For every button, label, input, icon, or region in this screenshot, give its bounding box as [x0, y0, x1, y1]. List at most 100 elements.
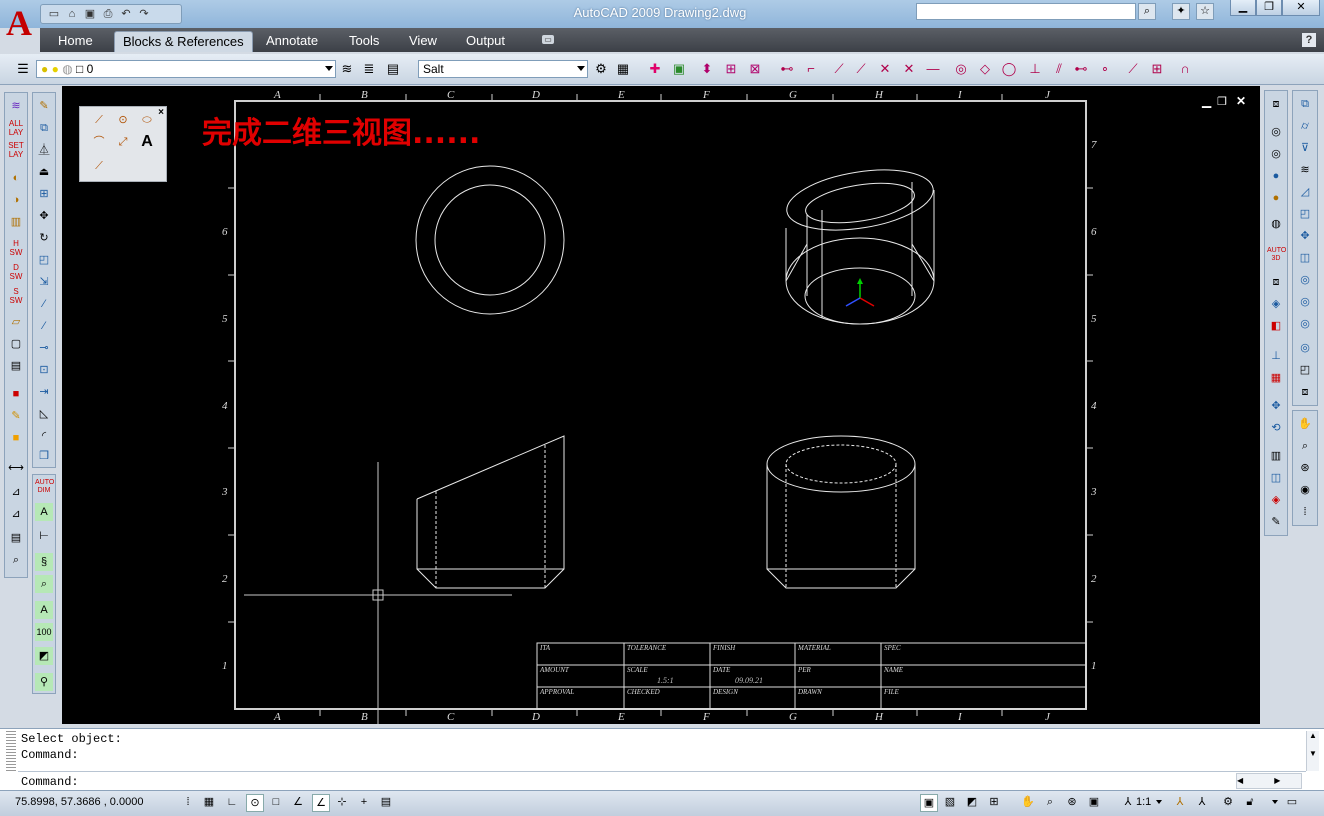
cylinder-icon[interactable]: ⌭: [1296, 117, 1314, 135]
intersection-snap-icon[interactable]: ✕: [876, 60, 894, 78]
set-lay-icon[interactable]: SET LAY: [7, 141, 25, 159]
dash-sw-icon[interactable]: D SW: [7, 263, 25, 281]
attribute-icon[interactable]: ⬍: [698, 60, 716, 78]
annotation-scale-icon[interactable]: ⅄: [1120, 794, 1136, 810]
torus-icon[interactable]: ≋: [1296, 161, 1314, 179]
save-icon[interactable]: ▣: [83, 8, 97, 21]
aligned-dim-icon[interactable]: ⊿: [7, 505, 25, 523]
snap-mode-icon[interactable]: ⁞: [180, 794, 196, 810]
line-snap-icon[interactable]: ⊷: [778, 60, 796, 78]
all-lay-icon[interactable]: ALL LAY: [7, 119, 25, 137]
layer-icon[interactable]: ≋: [7, 97, 25, 115]
clean-screen-icon[interactable]: ▭: [1284, 794, 1300, 810]
layer-walk-icon[interactable]: ▥: [7, 213, 25, 231]
section-icon[interactable]: ◫: [1267, 469, 1285, 487]
perpendicular-snap-icon[interactable]: ⊥: [1026, 60, 1044, 78]
extend-icon[interactable]: ⁄: [35, 317, 53, 335]
quick-view-icon[interactable]: ⊞: [986, 794, 1002, 810]
ortho-mode-icon[interactable]: ∟: [224, 794, 240, 810]
3d-view-icon[interactable]: ⧈: [1267, 95, 1285, 113]
coordinate-display[interactable]: 75.8998, 57.3686 , 0.0000: [15, 796, 143, 808]
extension-snap-icon[interactable]: —: [924, 60, 942, 78]
union-icon[interactable]: ◧: [1267, 317, 1285, 335]
solid-box-icon[interactable]: ⧉: [1296, 95, 1314, 113]
chamfer-icon[interactable]: ◺: [35, 405, 53, 423]
auto-scale-icon[interactable]: ⅄: [1194, 794, 1210, 810]
node-snap-icon[interactable]: ∘: [1096, 60, 1114, 78]
make-current-layer-icon[interactable]: ≋: [338, 60, 356, 78]
show-motion-icon[interactable]: ▣: [1086, 794, 1102, 810]
hide-sw-icon[interactable]: H SW: [7, 239, 25, 257]
endpoint-snap-icon[interactable]: ⟋: [830, 60, 848, 78]
scale-icon[interactable]: ◰: [35, 251, 53, 269]
move-icon[interactable]: ✥: [35, 207, 53, 225]
lock-icon[interactable]: 🔓︎: [1242, 794, 1258, 810]
erase-icon[interactable]: ✎: [35, 97, 53, 115]
inspect-icon[interactable]: ⚲: [35, 673, 53, 691]
zoom-icon[interactable]: ⌕: [1042, 794, 1058, 810]
scroll-icon[interactable]: ▤: [7, 529, 25, 547]
text-icon[interactable]: A: [138, 133, 156, 151]
match-properties-icon[interactable]: ✎: [7, 407, 25, 425]
command-scrollbar[interactable]: ▲ ▼: [1306, 731, 1319, 771]
quadrant-snap-icon[interactable]: ◇: [976, 60, 994, 78]
open-icon[interactable]: ⌂: [65, 8, 79, 21]
shaded-icon[interactable]: ●: [1267, 167, 1285, 185]
camera-icon[interactable]: ◉: [1296, 481, 1314, 499]
layout1-icon[interactable]: ▧: [942, 794, 958, 810]
linear-dim-icon[interactable]: ⊿: [7, 483, 25, 501]
loft-icon[interactable]: ◎: [1296, 271, 1314, 289]
fill-icon[interactable]: ■: [7, 429, 25, 447]
mirror-3d-icon[interactable]: ◫: [1296, 249, 1314, 267]
offset-icon[interactable]: ⏏: [35, 163, 53, 181]
tab-home[interactable]: Home: [50, 31, 101, 51]
nearest-snap-icon[interactable]: ⟋: [1124, 60, 1142, 78]
dynamic-input-icon[interactable]: ⊹: [334, 794, 350, 810]
array-icon[interactable]: ⊞: [35, 185, 53, 203]
layer-isolate-icon[interactable]: ◑: [7, 191, 25, 209]
command-prompt[interactable]: Command:: [21, 775, 79, 789]
slice-icon[interactable]: ◈: [1267, 491, 1285, 509]
object-snap-tracking-icon[interactable]: ∠: [290, 794, 306, 810]
stretch-icon[interactable]: ⇲: [35, 273, 53, 291]
apparent-intersection-icon[interactable]: ✕: [900, 60, 918, 78]
viewport-restore-icon[interactable]: ❐: [1217, 96, 1227, 108]
pan-icon[interactable]: ✥: [1267, 397, 1285, 415]
publish-icon[interactable]: ▥: [1267, 447, 1285, 465]
layer-match-icon[interactable]: ▤: [384, 60, 402, 78]
close-icon[interactable]: ×: [158, 107, 164, 118]
print-icon[interactable]: ⎙: [101, 8, 115, 21]
style-manager-icon[interactable]: ▦: [614, 60, 632, 78]
settings-icon[interactable]: ⚙: [592, 60, 610, 78]
sweep-icon[interactable]: ◎: [1296, 293, 1314, 311]
table-icon[interactable]: ⊞: [722, 60, 740, 78]
tab-output[interactable]: Output: [458, 31, 513, 51]
dim-style-icon[interactable]: §: [35, 553, 53, 571]
ribbon-minimize-icon[interactable]: ▭: [542, 35, 554, 44]
tangent-snap-icon[interactable]: ◯: [1000, 60, 1018, 78]
color-icon[interactable]: ■: [7, 385, 25, 403]
block-icon[interactable]: ▣: [670, 60, 688, 78]
revolve-icon[interactable]: ◎: [1296, 315, 1314, 333]
walk-icon[interactable]: ⁞: [1296, 503, 1314, 521]
hand-pan-icon[interactable]: ✋: [1296, 415, 1314, 433]
line-icon[interactable]: ⟋: [90, 111, 108, 129]
polysolid-icon[interactable]: ⧈: [1296, 383, 1314, 401]
quick-properties-icon[interactable]: ▤: [378, 794, 394, 810]
hidden-icon[interactable]: ◎: [1267, 145, 1285, 163]
polyline-icon[interactable]: ⤢: [114, 133, 132, 151]
visual-styles-icon[interactable]: ◍: [1267, 215, 1285, 233]
break-icon[interactable]: ⊡: [35, 361, 53, 379]
number-icon[interactable]: 100: [35, 623, 53, 641]
join-icon[interactable]: ⇥: [35, 383, 53, 401]
communication-center-icon[interactable]: ✦: [1172, 3, 1190, 20]
rotate-icon[interactable]: ↻: [35, 229, 53, 247]
layer-off-icon[interactable]: ◐: [7, 169, 25, 187]
midpoint-snap-icon[interactable]: ⟋: [852, 60, 870, 78]
leader-icon[interactable]: ◩: [35, 647, 53, 665]
command-hscrollbar[interactable]: ◀ ▶: [1236, 773, 1302, 789]
zoom-icon[interactable]: ⌕: [35, 575, 53, 593]
linetype-icon[interactable]: ▱: [7, 313, 25, 331]
grid-display-icon[interactable]: ▦: [201, 794, 217, 810]
insert-snap-icon[interactable]: ⊷: [1072, 60, 1090, 78]
